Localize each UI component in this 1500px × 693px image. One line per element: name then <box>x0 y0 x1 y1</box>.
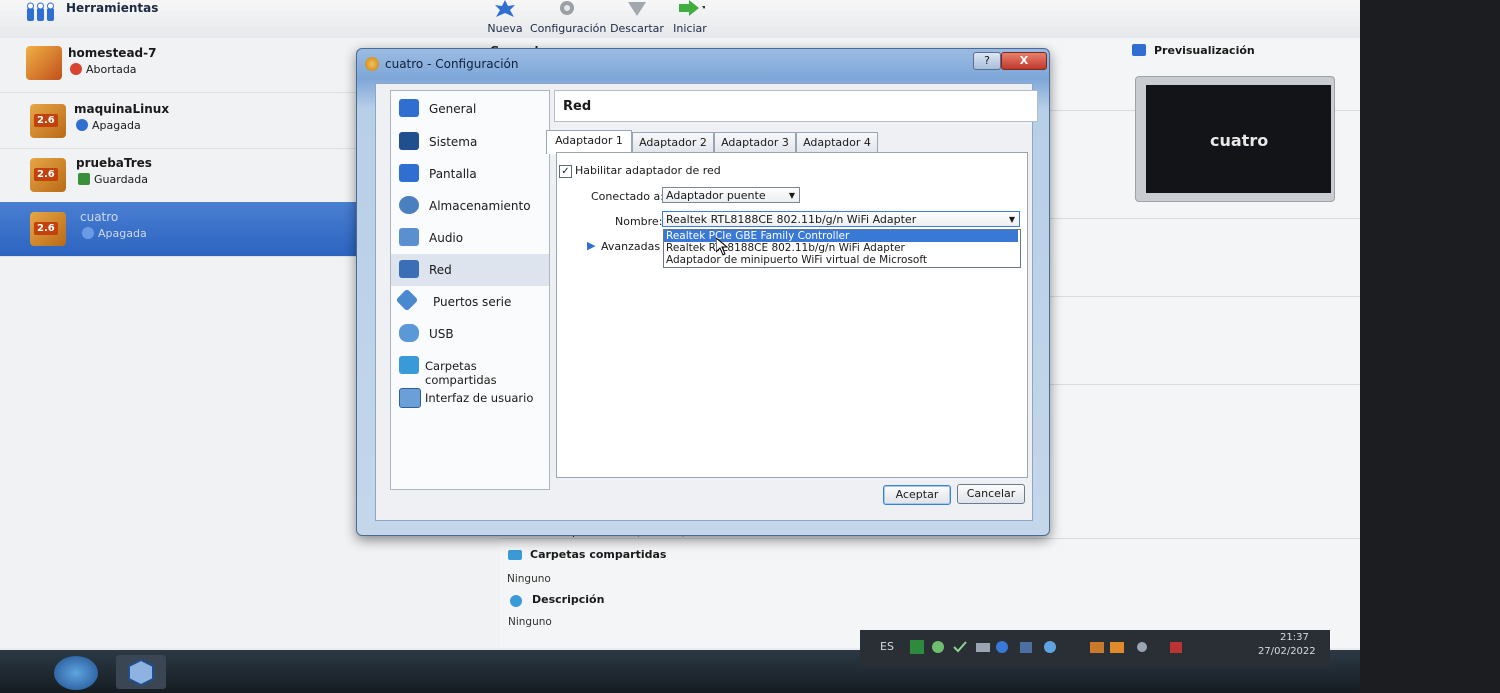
name-label: Nombre: <box>615 215 663 228</box>
section-title: Red <box>563 99 592 114</box>
description-title: Descripción <box>532 593 605 606</box>
serial-ports-icon <box>395 288 419 312</box>
preview-icon <box>1132 44 1146 56</box>
tray-icons[interactable] <box>910 640 1210 654</box>
ok-button[interactable]: Aceptar <box>883 485 951 505</box>
dialog-title: cuatro - Configuración <box>385 57 519 71</box>
tab-adapter-4[interactable]: Adaptador 4 <box>796 132 878 153</box>
preview-title: Previsualización <box>1154 44 1255 57</box>
vm-os-icon: 2.6 <box>30 212 66 246</box>
mouse-cursor-icon <box>715 236 729 259</box>
nav-item-usb[interactable]: USB <box>391 318 549 350</box>
section-header: Red <box>554 90 1038 122</box>
shared-folders-value: Ninguno <box>507 573 551 585</box>
chevron-down-icon: ▼ <box>1008 215 1015 224</box>
system-icon <box>399 132 419 150</box>
close-button[interactable]: X <box>1001 52 1047 70</box>
name-select[interactable]: Realtek RTL8188CE 802.11b/g/n WiFi Adapt… <box>662 211 1020 227</box>
tools-label[interactable]: Herramientas <box>66 1 158 15</box>
vm-os-icon: 2.6 <box>30 104 66 138</box>
tab-adapter-3[interactable]: Adaptador 3 <box>714 132 796 153</box>
powered-off-icon <box>82 227 94 239</box>
display-icon <box>399 164 419 182</box>
new-icon <box>484 0 526 20</box>
clock-time[interactable]: 21:37 <box>1280 632 1309 643</box>
user-interface-icon <box>399 388 421 408</box>
system-tray: ES 21:37 27/02/2022 <box>860 630 1330 666</box>
start-button[interactable]: Iniciar <box>668 0 712 38</box>
discard-button[interactable]: Descartar <box>610 0 664 38</box>
preview-screen: cuatro <box>1146 85 1331 193</box>
dialog-body: General Sistema Pantalla Almacenamiento … <box>375 83 1038 521</box>
usb-icon <box>399 324 419 342</box>
audio-icon <box>399 228 419 246</box>
settings-button[interactable]: Configuración <box>530 0 606 38</box>
windows-start-icon[interactable] <box>54 656 98 690</box>
settings-dialog: cuatro - Configuración ? X General Siste… <box>356 48 1050 536</box>
description-value: Ninguno <box>508 616 552 628</box>
nav-item-shared-folders[interactable]: Carpetas compartidas <box>391 350 549 387</box>
description-icon <box>510 595 522 607</box>
enable-adapter-checkbox[interactable]: ✓ <box>559 165 572 178</box>
tab-adapter-2[interactable]: Adaptador 2 <box>632 132 714 153</box>
vm-os-icon <box>26 46 62 80</box>
shared-folders-icon <box>399 356 419 374</box>
nav-item-general[interactable]: General <box>391 93 549 125</box>
nav-item-display[interactable]: Pantalla <box>391 158 549 190</box>
attached-to-select[interactable]: Adaptador puente ▼ <box>662 187 800 203</box>
nav-item-audio[interactable]: Audio <box>391 222 549 254</box>
tools-icon[interactable] <box>26 2 56 22</box>
preview-vm-name: cuatro <box>1210 131 1269 150</box>
advanced-expand-icon[interactable]: ▶ <box>587 239 595 252</box>
nav-item-serial-ports[interactable]: Puertos serie <box>391 286 549 318</box>
discard-icon <box>610 0 664 20</box>
virtualbox-taskbar-icon[interactable] <box>116 655 166 689</box>
saved-icon <box>78 173 90 185</box>
toolbar: Herramientas Nueva Configuración Descart… <box>0 0 1360 39</box>
settings-gear-icon <box>365 57 379 71</box>
chevron-down-icon: ▼ <box>788 191 795 200</box>
advanced-toggle[interactable]: Avanzadas <box>601 240 660 253</box>
nav-item-system[interactable]: Sistema <box>391 126 549 158</box>
new-button[interactable]: Nueva <box>484 0 526 38</box>
shared-folders-icon <box>508 550 522 560</box>
language-indicator[interactable]: ES <box>880 640 894 653</box>
network-icon <box>399 260 419 278</box>
storage-icon <box>399 196 419 214</box>
nav-item-user-interface[interactable]: Interfaz de usuario <box>391 382 549 414</box>
settings-nav: General Sistema Pantalla Almacenamiento … <box>390 90 550 490</box>
aborted-icon <box>70 63 82 75</box>
cancel-button[interactable]: Cancelar <box>957 484 1025 504</box>
attached-to-label: Conectado a: <box>591 190 664 203</box>
gear-icon <box>530 0 604 20</box>
tab-adapter-1[interactable]: Adaptador 1 <box>546 130 632 154</box>
enable-adapter-label: Habilitar adaptador de red <box>575 164 721 177</box>
general-icon <box>399 99 419 117</box>
shared-folders-title: Carpetas compartidas <box>530 548 667 561</box>
vm-os-icon: 2.6 <box>30 158 66 192</box>
clock-date[interactable]: 27/02/2022 <box>1258 646 1316 657</box>
nav-item-storage[interactable]: Almacenamiento <box>391 190 549 222</box>
nav-item-network[interactable]: Red <box>391 254 549 286</box>
powered-off-icon <box>76 119 88 131</box>
help-button[interactable]: ? <box>973 52 1001 70</box>
start-arrow-icon <box>668 0 712 20</box>
